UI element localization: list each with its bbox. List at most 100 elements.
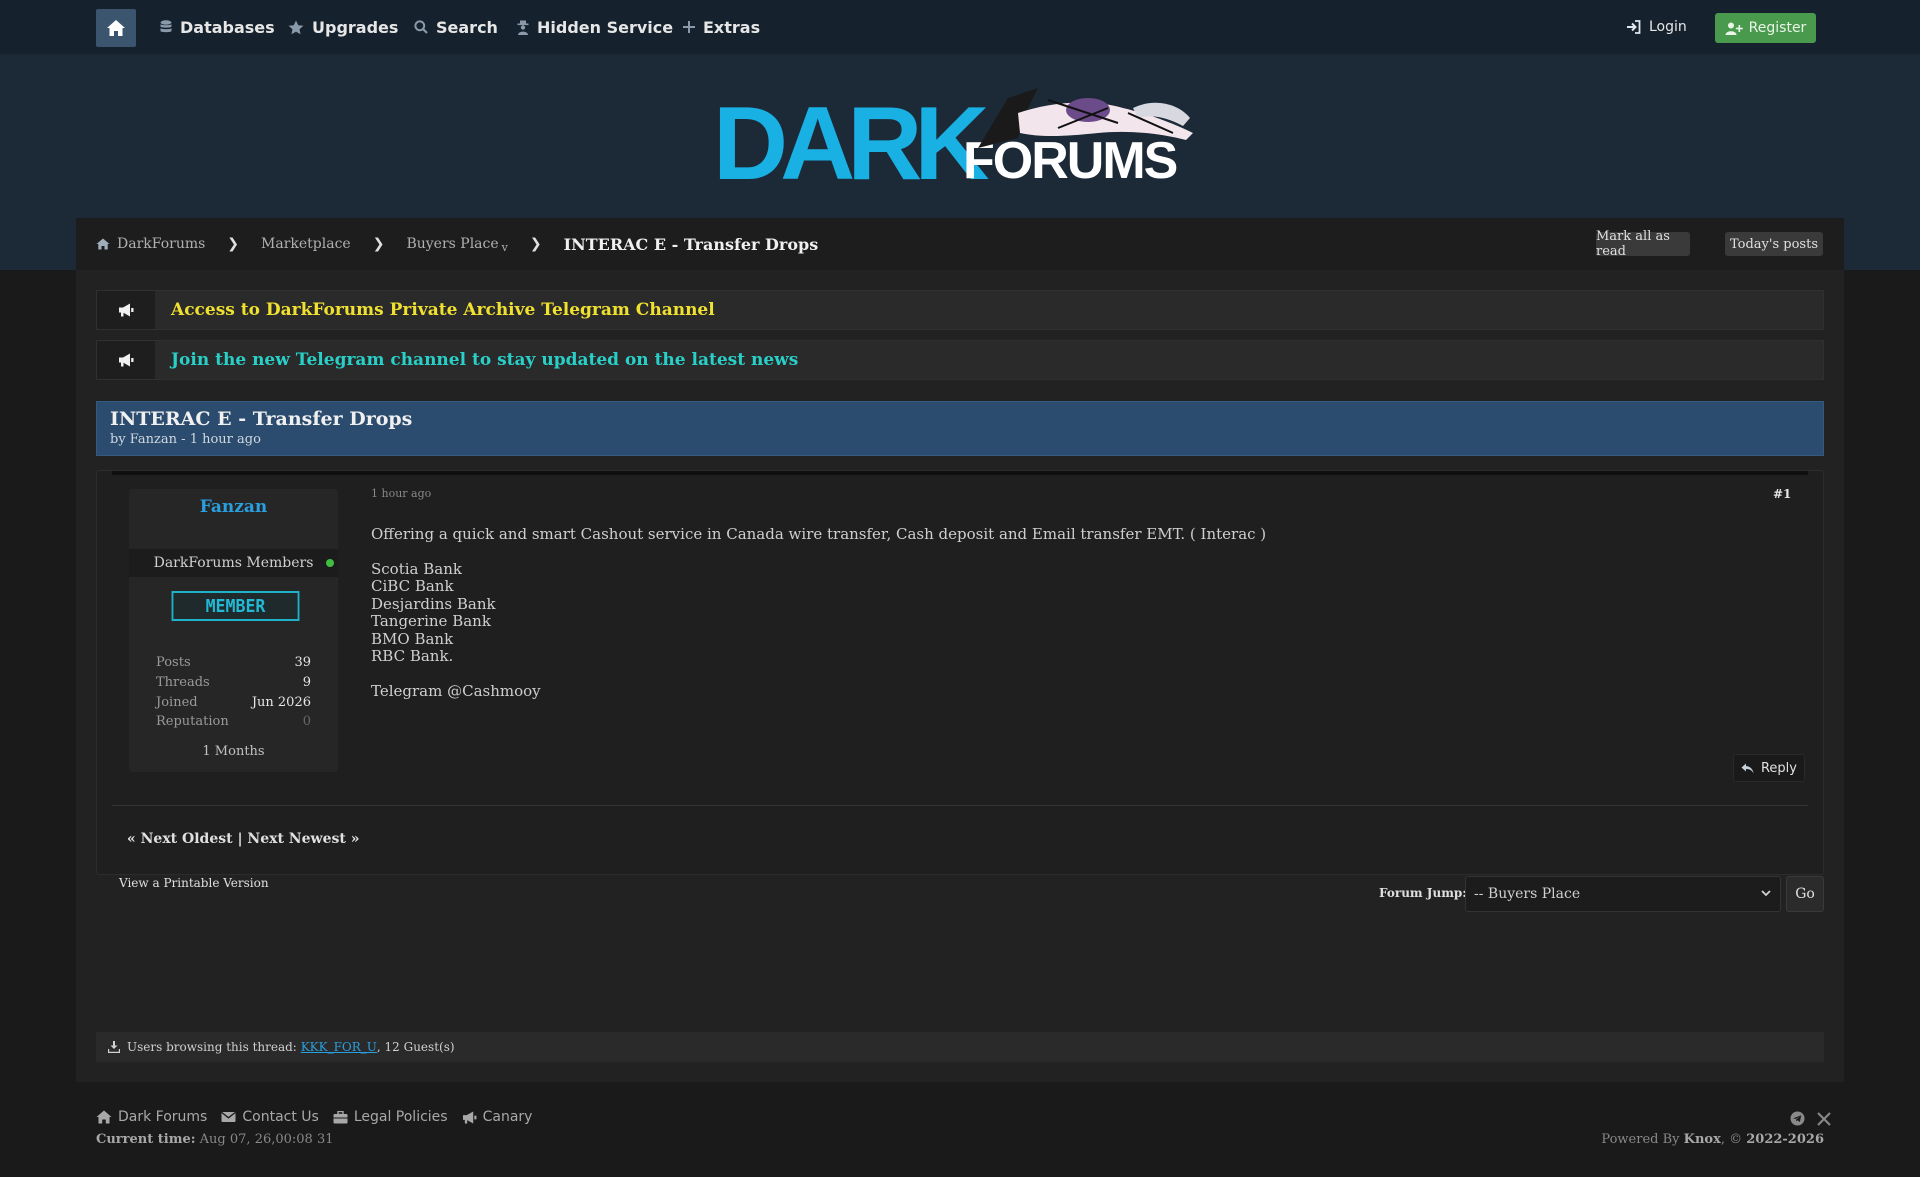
- bank-line: CiBC Bank: [371, 577, 454, 595]
- login-label: Login: [1649, 19, 1687, 35]
- post-number-link[interactable]: #1: [1773, 487, 1791, 501]
- home-button[interactable]: [96, 9, 136, 47]
- stat-label: Posts: [156, 655, 191, 670]
- forum-jump-select[interactable]: -- Buyers Place: [1465, 876, 1781, 912]
- thread-pager[interactable]: « Next Oldest | Next Newest »: [127, 831, 359, 847]
- nav-databases-label: Databases: [180, 17, 275, 37]
- printable-version-link[interactable]: View a Printable Version: [119, 876, 269, 890]
- stat-value[interactable]: 0: [303, 714, 311, 729]
- post-top-border: [112, 471, 1808, 475]
- search-icon: [414, 20, 428, 34]
- database-icon: [160, 20, 172, 33]
- stat-value: Jun 2026: [251, 695, 311, 710]
- post-divider: [112, 805, 1808, 806]
- nav-search-label: Search: [436, 17, 498, 37]
- breadcrumb-label: DarkForums: [117, 236, 206, 252]
- footer-link-label: Canary: [482, 1109, 533, 1125]
- breadcrumb-dropdown-marker[interactable]: v: [502, 241, 508, 254]
- author-tenure: 1 Months: [202, 744, 265, 759]
- todays-posts-button[interactable]: Today's posts: [1725, 232, 1823, 256]
- logo-mascot-illustration: [978, 88, 1193, 148]
- browsing-prefix: Users browsing this thread:: [127, 1040, 297, 1054]
- author-username[interactable]: Fanzan: [129, 497, 338, 517]
- bullhorn-icon: [97, 341, 155, 379]
- reply-icon: [1741, 763, 1754, 773]
- reply-button[interactable]: Reply: [1733, 754, 1805, 782]
- powered-by: Powered By Knox, © 2022-2026: [1601, 1132, 1824, 1147]
- stat-label: Joined: [156, 695, 198, 710]
- nav-hidden-service-label: Hidden Service: [537, 17, 674, 37]
- social-links: [1778, 1111, 1831, 1126]
- forum-jump-go-button[interactable]: Go: [1786, 876, 1824, 912]
- post-date: 1 hour ago: [371, 487, 432, 500]
- breadcrumb-item-marketplace[interactable]: Marketplace: [261, 236, 351, 252]
- plus-icon: [683, 21, 695, 33]
- stat-label: Threads: [156, 675, 210, 690]
- breadcrumb-item-darkforums[interactable]: DarkForums: [96, 236, 205, 252]
- author-usergroup: DarkForums Members: [129, 549, 338, 577]
- nav-databases[interactable]: Databases: [160, 0, 275, 54]
- home-icon: [96, 238, 110, 250]
- announcement-bar[interactable]: Access to DarkForums Private Archive Tel…: [96, 290, 1824, 330]
- register-label: Register: [1748, 20, 1807, 36]
- nav-upgrades-label: Upgrades: [312, 17, 399, 37]
- x-twitter-icon[interactable]: [1817, 1111, 1831, 1126]
- footer-link-label: Dark Forums: [118, 1109, 208, 1125]
- online-status-icon: [326, 559, 334, 567]
- breadcrumb: DarkForums ❯ Marketplace ❯ Buyers Place …: [76, 218, 1844, 270]
- current-time-value: Aug 07, 26,00:08 31: [199, 1132, 334, 1147]
- spy-icon: [517, 20, 529, 35]
- browsing-user-link[interactable]: KKK_FOR_U: [301, 1040, 377, 1054]
- author-panel: Fanzan DarkForums Members MEMBER Posts 3…: [129, 489, 338, 772]
- footer-link-contact-us[interactable]: Contact Us: [221, 1109, 319, 1125]
- rank-badge: MEMBER: [171, 591, 300, 621]
- stat-value[interactable]: 39: [294, 655, 311, 670]
- post-contact: Telegram @Cashmooy: [371, 681, 541, 700]
- home-icon: [96, 1110, 112, 1124]
- reply-label: Reply: [1760, 760, 1797, 776]
- bank-line: Tangerine Bank: [371, 612, 491, 630]
- breadcrumb-item-buyers-place[interactable]: Buyers Place v: [406, 236, 508, 254]
- author-stat-joined: Joined Jun 2026: [156, 695, 311, 710]
- breadcrumb-current: INTERAC E - Transfer Drops: [563, 234, 819, 254]
- site-logo[interactable]: DARK FORUMS: [713, 78, 1205, 196]
- announcement-bar[interactable]: Join the new Telegram channel to stay up…: [96, 340, 1824, 380]
- announcement-text[interactable]: Access to DarkForums Private Archive Tel…: [171, 291, 715, 329]
- briefcase-icon: [333, 1110, 348, 1123]
- forum-jump-label: Forum Jump:: [1379, 886, 1467, 900]
- footer-link-legal-policies[interactable]: Legal Policies: [333, 1109, 448, 1125]
- footer-link-canary[interactable]: Canary: [462, 1109, 533, 1125]
- download-icon: [108, 1041, 120, 1053]
- browsing-guests: , 12 Guest(s): [376, 1040, 455, 1054]
- nav-upgrades[interactable]: Upgrades: [288, 0, 398, 54]
- star-icon: [288, 20, 304, 34]
- user-plus-icon: [1725, 22, 1743, 35]
- nav-hidden-service[interactable]: Hidden Service: [517, 0, 673, 54]
- copyright-prefix: , ©: [1720, 1132, 1743, 1147]
- nav-extras[interactable]: Extras: [683, 0, 760, 54]
- author-stat-threads: Threads 9: [156, 675, 311, 690]
- thread-header: INTERAC E - Transfer Drops by Fanzan - 1…: [96, 401, 1824, 456]
- nav-extras-label: Extras: [703, 17, 761, 37]
- register-button[interactable]: Register: [1715, 13, 1816, 43]
- chevron-down-icon: [1761, 890, 1771, 897]
- post: Fanzan DarkForums Members MEMBER Posts 3…: [96, 470, 1824, 875]
- telegram-icon[interactable]: [1790, 1111, 1805, 1126]
- bullhorn-icon: [97, 291, 155, 329]
- logo-word-dark: DARK: [713, 86, 989, 202]
- powered-brand-link[interactable]: Knox: [1684, 1132, 1721, 1147]
- stat-value[interactable]: 9: [303, 675, 311, 690]
- copyright-years: 2022-2026: [1746, 1132, 1824, 1147]
- bank-line: BMO Bank: [371, 629, 454, 648]
- breadcrumb-separator-icon: ❯: [372, 236, 385, 252]
- mark-all-read-button[interactable]: Mark all as read: [1596, 229, 1690, 259]
- stat-label: Reputation: [156, 714, 229, 729]
- breadcrumb-label: Buyers Place: [406, 236, 499, 252]
- login-link[interactable]: Login: [1626, 0, 1687, 54]
- nav-search[interactable]: Search: [414, 0, 498, 54]
- users-browsing-bar: Users browsing this thread: KKK_FOR_U, 1…: [96, 1032, 1824, 1062]
- footer-link-dark-forums[interactable]: Dark Forums: [96, 1109, 207, 1125]
- announcement-text[interactable]: Join the new Telegram channel to stay up…: [171, 341, 798, 379]
- bullhorn-icon: [462, 1110, 477, 1124]
- forum-jump-selected: -- Buyers Place: [1474, 886, 1581, 902]
